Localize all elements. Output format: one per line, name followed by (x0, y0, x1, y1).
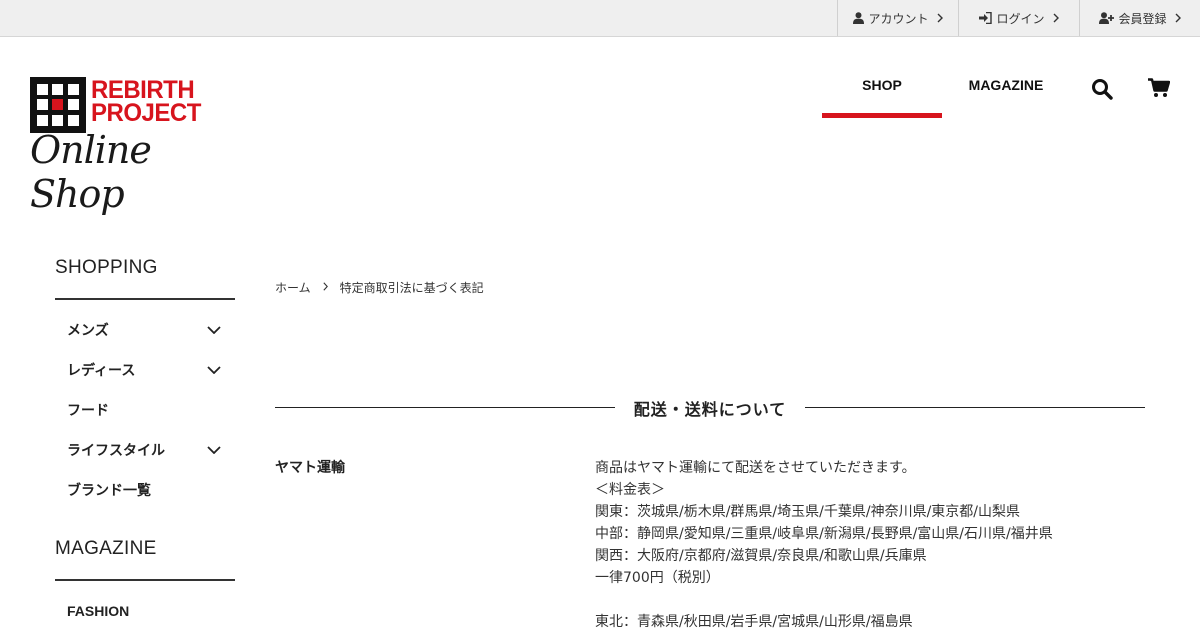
nav-magazine[interactable]: MAGAZINE (946, 62, 1066, 118)
breadcrumb-home-link[interactable]: ホーム (275, 279, 311, 296)
shipping-line: 一律700円（税別） (595, 570, 720, 586)
sidebar-item-mens[interactable]: メンズ (55, 310, 235, 350)
heading-divider (275, 407, 615, 408)
account-links: アカウント ログイン 会員登録 (837, 0, 1200, 36)
shipping-line: 商品はヤマト運輸にて配送をさせていただきます。 (595, 460, 916, 476)
shipping-line: 関西：大阪府/京都府/滋賀県/奈良県/和歌山県/兵庫県 (595, 548, 927, 564)
sidebar-magazine-list: FASHION (55, 581, 235, 631)
sidebar-shopping-list: メンズ レディース フード ライフスタイル ブランド一覧 (55, 300, 235, 510)
sidebar-shopping-heading: SHOPPING (55, 255, 235, 300)
sidebar-item-label: ブランド一覧 (67, 483, 151, 499)
shipping-details: 商品はヤマト運輸にて配送をさせていただきます。 ＜料金表＞ 関東：茨城県/栃木県… (595, 457, 1145, 633)
shipping-line (595, 589, 1145, 611)
site-logo[interactable]: REBIRTH PROJECT Online Shop (30, 76, 215, 216)
sidebar: SHOPPING メンズ レディース フード ライフスタイル ブランド一覧 MA… (55, 255, 235, 631)
login-icon (979, 12, 993, 24)
logo-name-line2: PROJECT (91, 98, 201, 128)
section-heading-label: 配送・送料について (633, 400, 787, 419)
sidebar-item-label: フード (67, 403, 109, 419)
chevron-down-icon[interactable] (207, 446, 221, 454)
breadcrumb-current: 特定商取引法に基づく表記 (339, 281, 484, 295)
account-link-label: アカウント (868, 11, 929, 26)
login-link-label: ログイン (996, 11, 1045, 26)
sidebar-magazine-block: MAGAZINE FASHION (55, 536, 235, 631)
register-link[interactable]: 会員登録 (1079, 0, 1200, 36)
sidebar-item-label: ライフスタイル (67, 443, 165, 459)
register-link-label: 会員登録 (1118, 11, 1167, 26)
logo-mark-icon (30, 77, 86, 133)
carrier-name: ヤマト運輸 (275, 460, 345, 476)
heading-divider (805, 407, 1145, 408)
sidebar-item-lifestyle[interactable]: ライフスタイル (55, 430, 235, 470)
sidebar-magazine-heading: MAGAZINE (55, 536, 235, 581)
sidebar-item-label: メンズ (67, 323, 109, 339)
sidebar-item-label: FASHION (67, 603, 130, 619)
shipping-line: 関東：茨城県/栃木県/群馬県/埼玉県/千葉県/神奈川県/東京都/山梨県 (595, 504, 1021, 520)
top-utility-bar: アカウント ログイン 会員登録 (0, 0, 1200, 37)
chevron-right-icon (323, 281, 328, 294)
breadcrumb: ホーム 特定商取引法に基づく表記 (275, 279, 484, 296)
user-icon (853, 12, 865, 24)
sidebar-item-label: レディース (67, 363, 136, 379)
sidebar-item-food[interactable]: フード (55, 390, 235, 430)
user-plus-icon (1099, 12, 1115, 24)
shipping-line: ＜料金表＞ (595, 482, 665, 498)
logo-script: Online Shop (30, 128, 152, 216)
shipping-line: 中部：静岡県/愛知県/三重県/岐阜県/新潟県/長野県/富山県/石川県/福井県 (595, 526, 1053, 542)
sidebar-item-brands[interactable]: ブランド一覧 (55, 470, 235, 510)
account-link[interactable]: アカウント (837, 0, 958, 36)
sidebar-item-fashion[interactable]: FASHION (55, 591, 235, 631)
chevron-down-icon[interactable] (207, 366, 221, 374)
nav-shop[interactable]: SHOP (822, 62, 942, 118)
logo-wordmark: REBIRTH PROJECT (91, 77, 201, 128)
global-nav: SHOP MAGAZINE (822, 62, 1066, 118)
chevron-right-icon (1175, 13, 1181, 23)
chevron-right-icon (1053, 13, 1059, 23)
chevron-right-icon (937, 13, 943, 23)
section-heading: 配送・送料について (275, 395, 1145, 419)
cart-icon[interactable] (1148, 78, 1171, 102)
chevron-down-icon[interactable] (207, 326, 221, 334)
login-link[interactable]: ログイン (958, 0, 1079, 36)
search-icon[interactable] (1091, 78, 1113, 104)
sidebar-item-ladies[interactable]: レディース (55, 350, 235, 390)
